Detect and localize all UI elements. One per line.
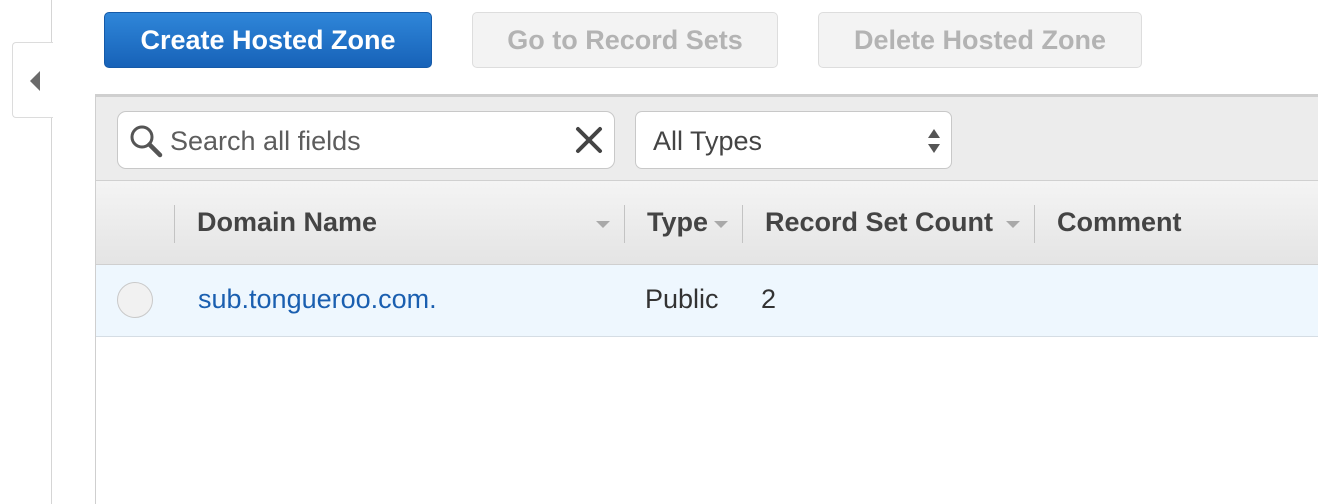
left-rail bbox=[0, 0, 53, 504]
zone-type-cell: Public bbox=[645, 284, 719, 314]
column-divider bbox=[174, 205, 175, 243]
column-divider bbox=[624, 205, 625, 243]
column-divider bbox=[1034, 205, 1035, 243]
search-input[interactable] bbox=[168, 118, 562, 164]
hosted-zones-panel: All Types Domain Name Type Record Set Co… bbox=[95, 94, 1318, 504]
column-divider bbox=[742, 205, 743, 243]
collapse-left-icon bbox=[30, 71, 40, 91]
create-hosted-zone-button[interactable]: Create Hosted Zone bbox=[104, 12, 432, 68]
sort-caret-icon bbox=[1006, 221, 1020, 228]
filter-bar: All Types bbox=[96, 97, 1318, 181]
column-header-domain-name[interactable]: Domain Name bbox=[197, 181, 377, 264]
type-filter-value: All Types bbox=[653, 126, 763, 156]
column-header-record-set-count[interactable]: Record Set Count bbox=[765, 181, 993, 264]
search-icon bbox=[130, 125, 163, 158]
search-box[interactable] bbox=[117, 111, 615, 169]
record-set-count-cell: 2 bbox=[761, 284, 777, 314]
clear-icon[interactable] bbox=[574, 125, 604, 155]
sort-caret-icon bbox=[714, 221, 728, 228]
type-filter-select[interactable]: All Types bbox=[635, 111, 952, 169]
row-select-radio[interactable] bbox=[117, 282, 153, 318]
hosted-zones-page: Create Hosted Zone Go to Record Sets Del… bbox=[0, 0, 1318, 504]
table-header: Domain Name Type Record Set Count Commen… bbox=[96, 181, 1318, 265]
go-to-record-sets-button[interactable]: Go to Record Sets bbox=[472, 12, 778, 68]
domain-name-link[interactable]: sub.tongueroo.com. bbox=[198, 284, 437, 315]
delete-hosted-zone-button[interactable]: Delete Hosted Zone bbox=[818, 12, 1142, 68]
column-header-comment[interactable]: Comment bbox=[1057, 181, 1182, 264]
collapse-sidebar-button[interactable] bbox=[12, 42, 53, 118]
select-arrows-icon bbox=[928, 129, 940, 153]
sort-caret-icon bbox=[596, 221, 610, 228]
column-header-type[interactable]: Type bbox=[647, 181, 708, 264]
table-row[interactable]: sub.tongueroo.com. Public 2 bbox=[96, 265, 1318, 337]
